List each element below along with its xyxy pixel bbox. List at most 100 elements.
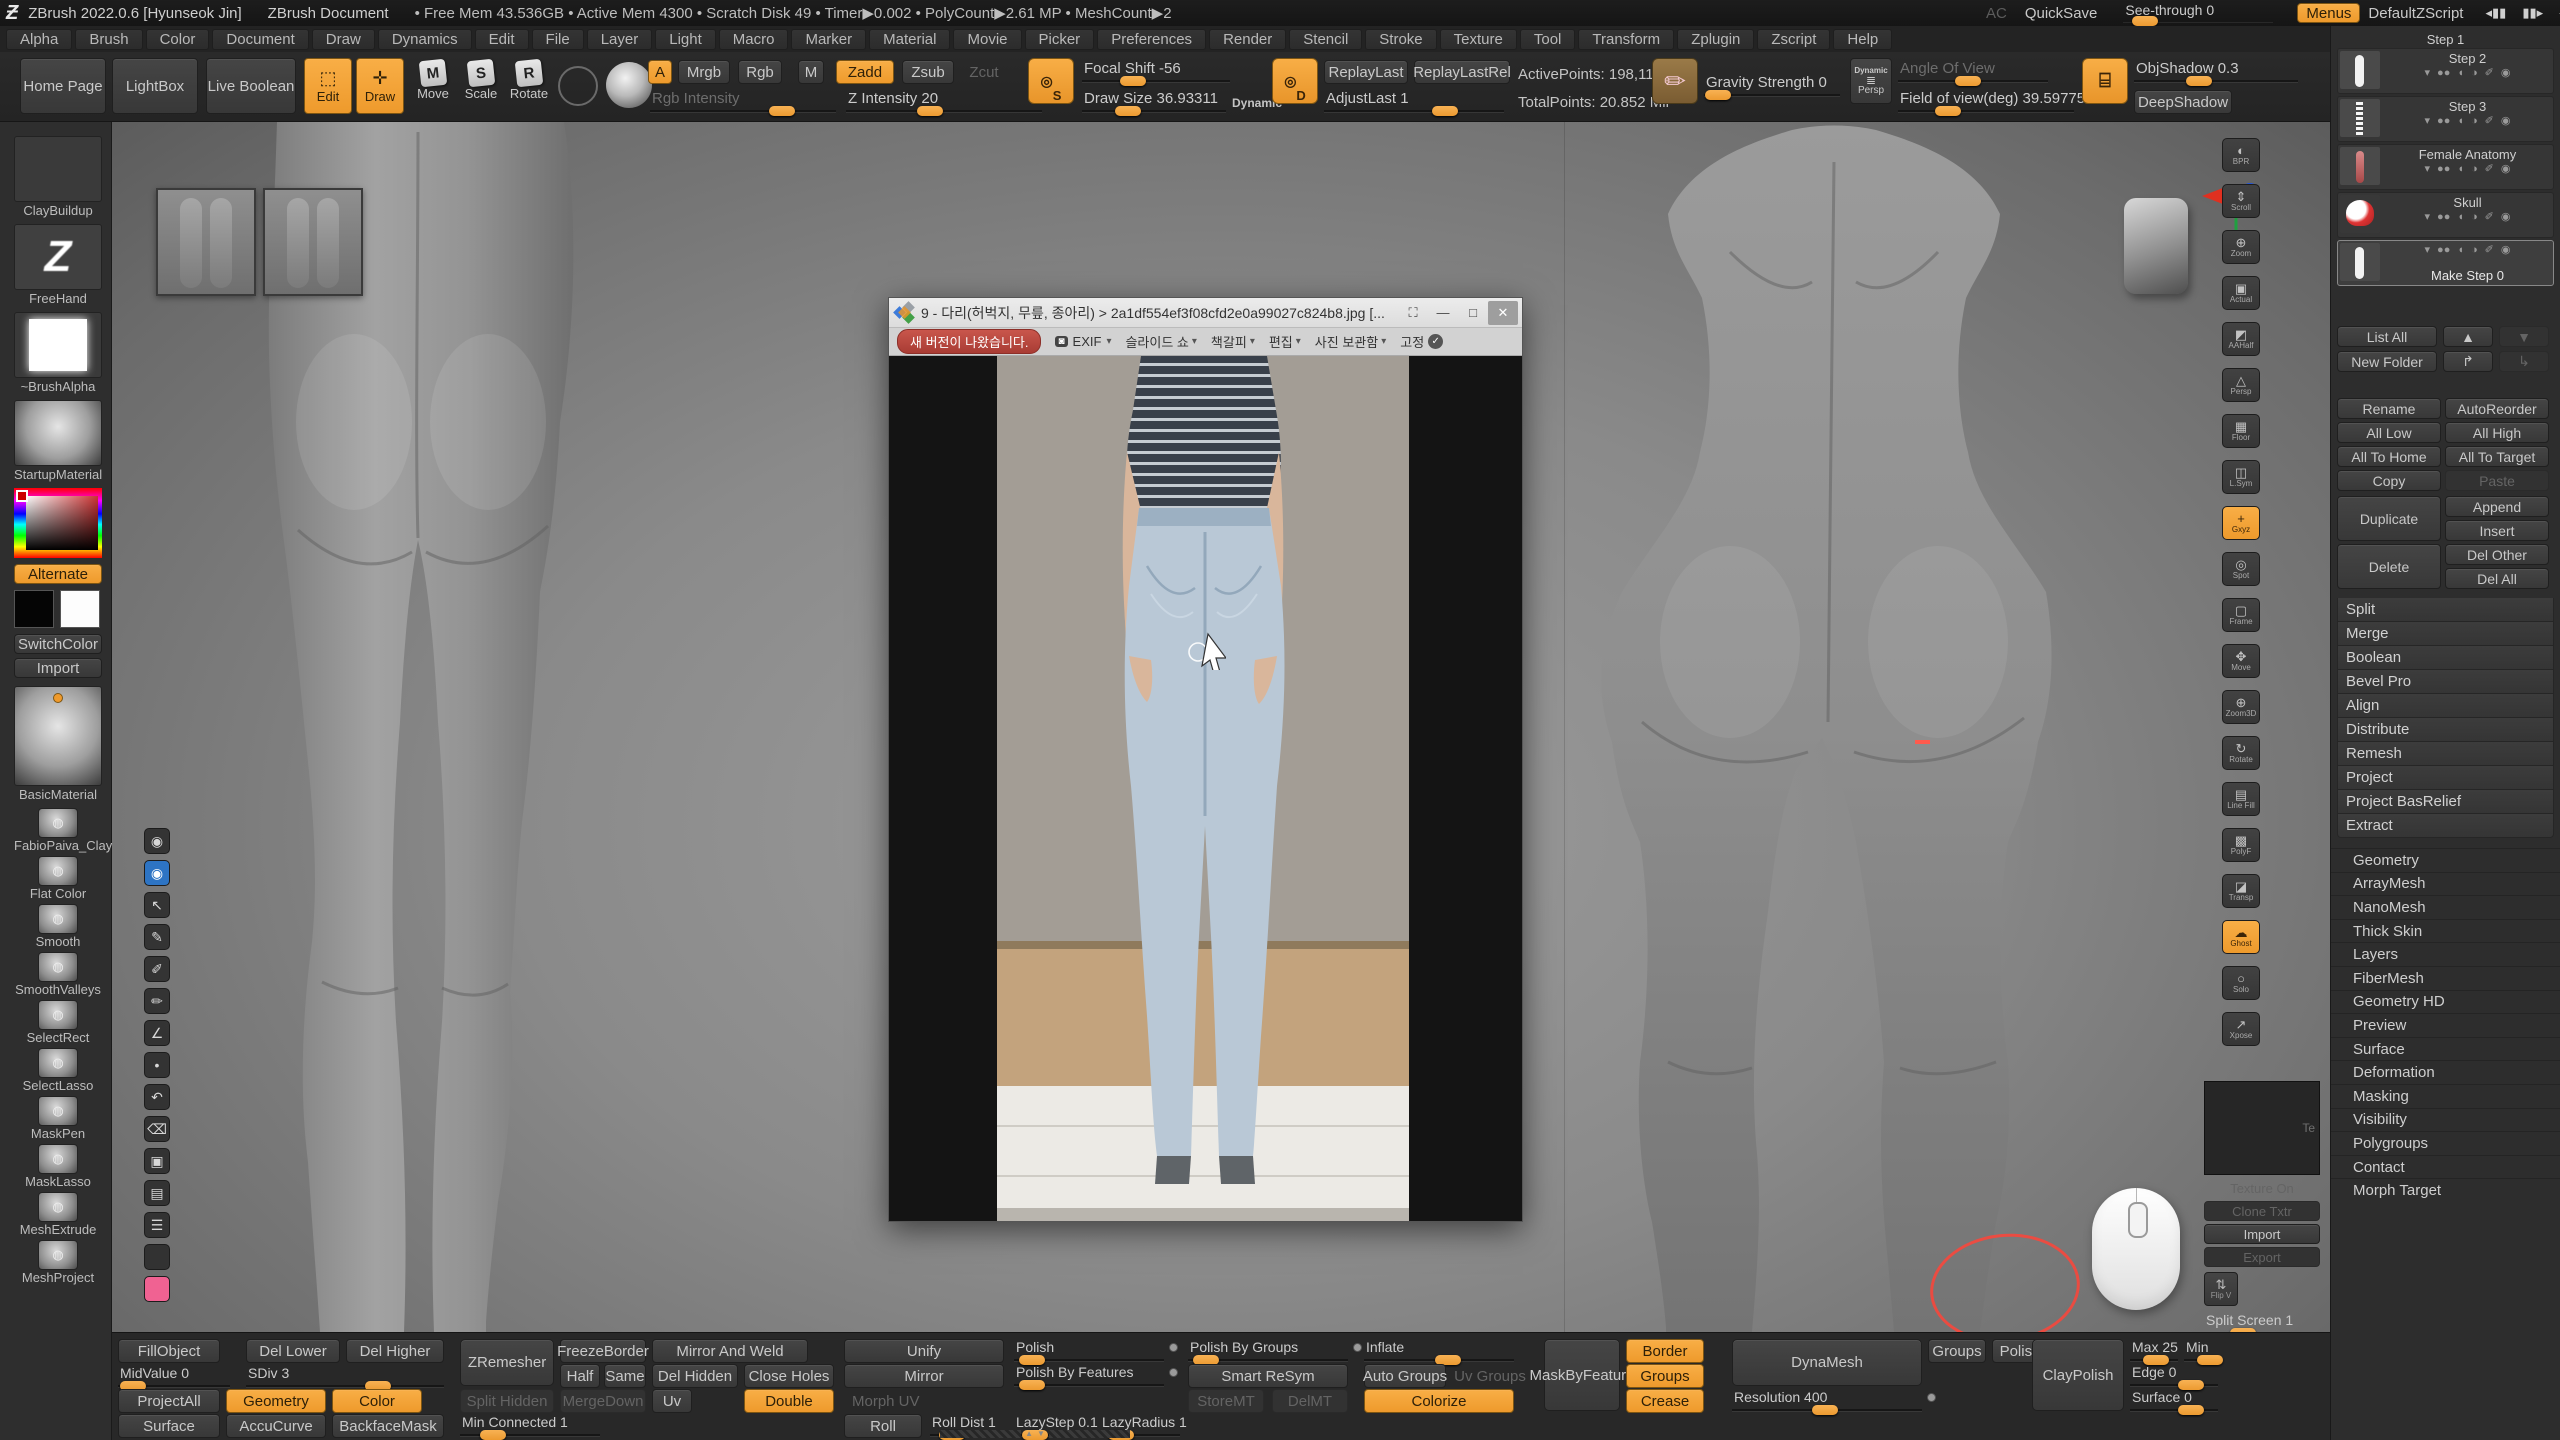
tool-icon-button[interactable]: ⌫ [144,1116,170,1142]
crescent-icon[interactable]: ◖ [2457,114,2464,128]
same-button[interactable]: Same [604,1364,646,1388]
palette-section[interactable]: Surface [2331,1037,2560,1061]
color-picker[interactable] [14,488,102,558]
contrast-icon[interactable]: ◑ [2471,114,2478,128]
dynamic-brush-icon[interactable]: ◎D [1272,58,1318,104]
rotate-button[interactable]: RRotate [506,60,552,110]
move-out-folder-button[interactable]: ↱ [2443,351,2493,372]
collapse-icon[interactable]: ▾ [2425,243,2431,257]
auto-groups-button[interactable]: Auto Groups [1364,1364,1446,1388]
shelf-button[interactable]: ◩ AAHalf [2222,322,2260,356]
mid-value-slider[interactable]: MidValue 0 [118,1365,230,1389]
menu-item[interactable]: Stroke [1365,29,1436,50]
shelf-button[interactable]: ⊕ Zoom3D [2222,690,2260,724]
shelf-button[interactable]: ○ Solo [2222,966,2260,1000]
deep-shadow-button[interactable]: DeepShadow [2134,90,2232,114]
crescent-icon[interactable]: ◖ [2457,162,2464,176]
divider-left-icon[interactable]: ◂▮▮ [2477,5,2514,21]
del-hidden-button[interactable]: Del Hidden [652,1364,738,1388]
color-toggle[interactable]: Color [332,1389,422,1413]
smart-resym-button[interactable]: Smart ReSym [1188,1364,1348,1388]
polypaint-brush-icon[interactable]: ✐ [2485,162,2494,176]
crescent-icon[interactable]: ◖ [2457,66,2464,80]
polypaint-brush-icon[interactable]: ✐ [2485,210,2494,224]
project-all-button[interactable]: ProjectAll [118,1389,220,1413]
pair-icon[interactable]: ●● [2437,162,2450,176]
clay-polish-button[interactable]: ClayPolish [2032,1339,2124,1411]
shelf-button[interactable]: ▣ Actual [2222,276,2260,310]
tool-icon-button[interactable]: • [144,1052,170,1078]
menu-item[interactable]: Render [1209,29,1286,50]
palette-section[interactable]: Polygroups [2331,1131,2560,1155]
reference-thumbnail-2[interactable] [263,188,363,296]
draw-button[interactable]: ✛Draw [356,58,404,114]
pbf-toggle-dot[interactable] [1169,1368,1178,1377]
del-all-button[interactable]: Del All [2445,568,2549,589]
shelf-button[interactable]: ✥ Move [2222,644,2260,678]
menu-item[interactable]: Brush [75,29,142,50]
zadd-button[interactable]: Zadd [836,60,894,84]
menu-item[interactable]: Color [146,29,210,50]
replay-last-rel-button[interactable]: ReplayLastRel [1414,60,1510,84]
contrast-icon[interactable]: ◑ [2471,243,2478,257]
copy-button[interactable]: Copy [2337,470,2441,491]
subtool-down-button[interactable]: ▼ [2499,326,2549,347]
basic-material[interactable]: BasicMaterial [14,686,102,802]
m-button[interactable]: M [798,60,824,84]
double-toggle[interactable]: Double [744,1389,834,1413]
list-all-button[interactable]: List All [2337,326,2437,347]
tool-icon-button[interactable]: ↶ [144,1084,170,1110]
brush-freehand[interactable]: Z FreeHand [14,224,102,306]
visibility-eye-icon[interactable]: ◉ [2501,243,2511,257]
polypaint-brush-icon[interactable]: ✐ [2485,66,2494,80]
gravity-strength-slider[interactable]: Gravity Strength 0 [1704,74,1840,98]
tool-icon-button[interactable]: ∠ [144,1020,170,1046]
left-tray-item[interactable]: ◍ MaskPen [14,1096,102,1141]
split-hidden-button[interactable]: Split Hidden [460,1389,554,1413]
stroke-preview-icon[interactable] [558,66,598,106]
move-into-folder-button[interactable]: ↳ [2499,351,2549,372]
morph-uv-button[interactable]: Morph UV [844,1389,944,1413]
replay-last-button[interactable]: ReplayLast [1324,60,1408,84]
del-other-button[interactable]: Del Other [2445,544,2549,565]
tool-icon-button[interactable] [144,1276,170,1302]
tool-icon-button[interactable]: ↖ [144,892,170,918]
rgb-button[interactable]: Rgb [738,60,782,84]
shelf-button[interactable]: ◪ Transp [2222,874,2260,908]
collapse-icon[interactable]: ▾ [2425,114,2431,128]
switch-color-button[interactable]: SwitchColor [14,634,102,654]
freeze-border-button[interactable]: FreezeBorder [560,1339,646,1363]
visibility-eye-icon[interactable]: ◉ [2501,66,2511,80]
geometry-toggle[interactable]: Geometry [226,1389,326,1413]
shelf-button[interactable]: ▤ Line Fill [2222,782,2260,816]
menu-item[interactable]: Alpha [6,29,72,50]
tool-icon-button[interactable]: ◉ [144,828,170,854]
shelf-button[interactable]: ↻ Rotate [2222,736,2260,770]
paste-button[interactable]: Paste [2445,470,2549,491]
fov-slider[interactable]: Field of view(deg) 39.59775 [1898,90,2074,114]
zremesher-button[interactable]: ZRemesher [460,1339,554,1386]
palette-section[interactable]: Preview [2331,1013,2560,1037]
action-button[interactable]: Distribute [2337,718,2554,742]
tool-icon-button[interactable] [144,1244,170,1270]
subtool-row[interactable]: Step 3 ▾ ●● ◖ ◑ ✐ ◉ [2337,96,2554,142]
startup-material[interactable]: StartupMaterial [14,400,102,482]
action-button[interactable]: Align [2337,694,2554,718]
split-screen-slider[interactable]: Split Screen 1 [2204,1312,2320,1332]
subtool-row[interactable]: Female Anatomy ▾ ●● ◖ ◑ ✐ ◉ [2337,144,2554,190]
polish-by-features-slider[interactable]: Polish By Features [1014,1364,1164,1388]
delete-button[interactable]: Delete [2337,544,2441,589]
pair-icon[interactable]: ●● [2437,210,2450,224]
pbg-toggle-dot[interactable] [1353,1343,1362,1352]
viewer-title-bar[interactable]: 9 - 다리(허벅지, 무릎, 종아리) > 2a1df554ef3f08cfd… [889,298,1522,328]
pair-icon[interactable]: ●● [2437,66,2450,80]
mirror-and-weld-button[interactable]: Mirror And Weld [652,1339,808,1363]
left-tray-item[interactable]: ◍ SelectRect [14,1000,102,1045]
autoreorder-button[interactable]: AutoReorder [2445,398,2549,419]
adjust-last-slider[interactable]: AdjustLast 1 [1324,90,1504,114]
tool-icon-button[interactable]: ✎ [144,924,170,950]
surface-slider[interactable]: Surface 0 [2130,1389,2218,1413]
visibility-eye-icon[interactable]: ◉ [2501,210,2511,224]
shelf-button[interactable]: △ Persp [2222,368,2260,402]
edge-slider[interactable]: Edge 0 [2130,1364,2218,1388]
